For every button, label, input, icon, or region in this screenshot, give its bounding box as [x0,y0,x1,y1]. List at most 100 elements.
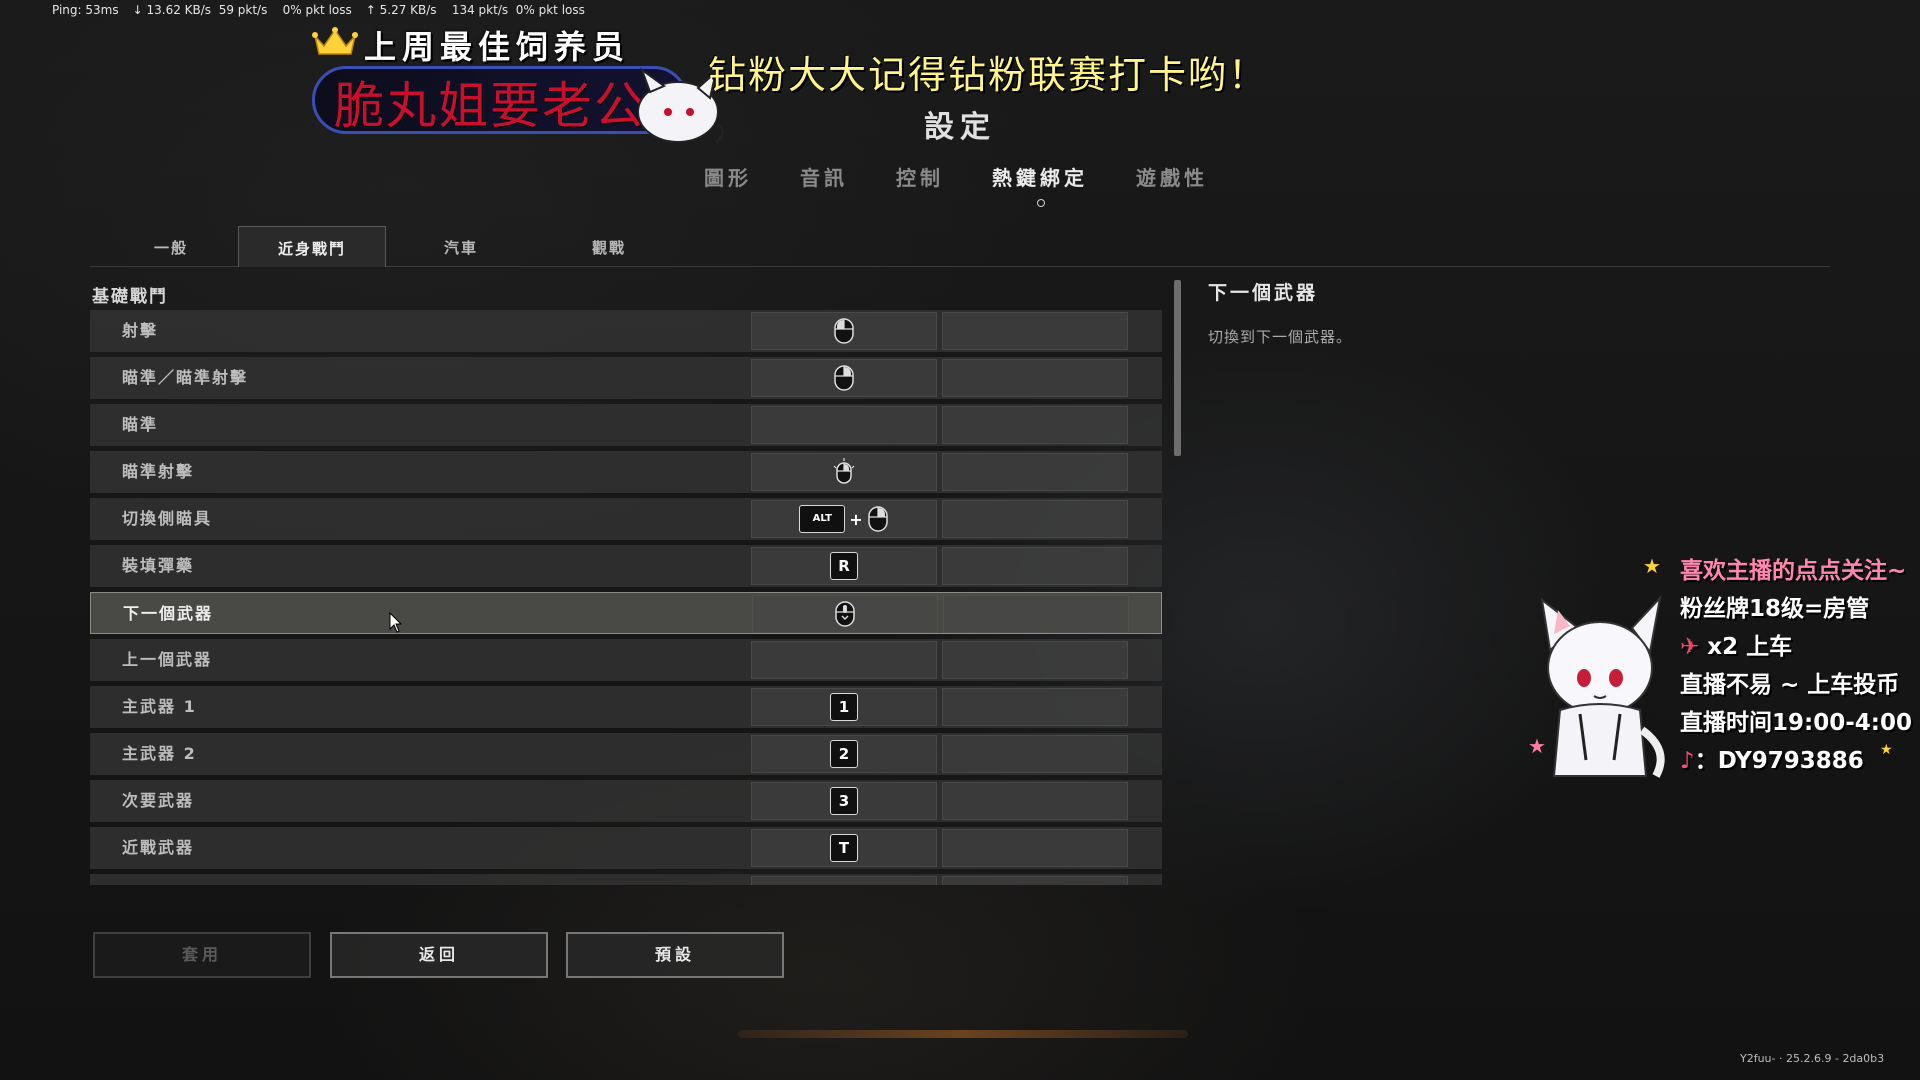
key-3: 3 [830,787,858,815]
binding-label: 次要武器 [122,791,195,810]
subtab-combat[interactable]: 近身戰鬥 [238,226,386,267]
stream-line-douyin-text: ：DY9793886 [1694,748,1864,774]
mouse-wheel-down-icon [835,601,855,627]
description-body: 切換到下一個武器。 [1208,328,1353,346]
star-icon: ★ [1643,554,1661,578]
stream-line-support: 直播不易 ~ 上车投币 [1680,672,1900,698]
binding-row-secondary-weapon[interactable]: 次要武器 3 [90,780,1162,822]
binding-row-prev-weapon[interactable]: 上一個武器 [90,639,1162,681]
main-tabs: 圖形 音訊 控制 熱鍵綁定 遊戲性 [704,162,1256,207]
primary-binding-slot[interactable] [751,641,937,679]
primary-binding-slot[interactable] [751,406,937,444]
primary-binding-slot[interactable]: 1 [751,688,937,726]
binding-label: 瞄準射擊 [122,462,195,481]
version-label: Y2fuu- · 25.2.6.9 - 2da0b3 [1740,1052,1885,1065]
secondary-binding-slot[interactable] [942,359,1128,397]
best-feeder-banner: 上周最佳饲养员 [364,28,631,66]
key-2: 2 [830,740,858,768]
primary-binding-slot[interactable]: ALT + [751,500,937,538]
key-1: 1 [830,693,858,721]
network-stats: Ping: 53ms ↓ 13.62 KB/s 59 pkt/s 0% pkt … [52,3,585,17]
binding-row-reload[interactable]: 裝填彈藥 R [90,545,1162,587]
primary-binding-slot[interactable] [752,595,938,633]
apply-button[interactable]: 套用 [93,932,311,978]
binding-row-toggle-side-sight[interactable]: 切換側瞄具 ALT + [90,498,1162,540]
back-button[interactable]: 返回 [330,932,548,978]
name-plate-text: 脆丸姐要老公 [334,77,646,135]
binding-row-melee[interactable]: 近戰武器 T [90,827,1162,869]
secondary-binding-slot[interactable] [942,688,1128,726]
primary-binding-slot[interactable]: 3 [751,782,937,820]
mouse-cursor-icon [389,612,403,633]
douyin-icon: ♪ [1680,748,1695,774]
tab-gameplay[interactable]: 遊戲性 [1136,162,1208,191]
tab-controls[interactable]: 控制 [896,162,944,191]
binding-row-primary-1[interactable]: 主武器 1 1 [90,686,1162,728]
secondary-binding-slot[interactable] [942,500,1128,538]
page-title: 設定 [924,110,996,145]
binding-row-aim[interactable]: 瞄準 [90,404,1162,446]
subtab-general[interactable]: 一般 [98,226,244,266]
download-stats: ↓ 13.62 KB/s 59 pkt/s 0% pkt loss [132,3,352,17]
ambient-glow-bar [738,1030,1188,1038]
stream-line-plane: ✈ x2 上车 [1680,628,1912,666]
binding-row-primary-2[interactable]: 主武器 2 2 [90,733,1162,775]
binding-row-aim-ads[interactable]: 瞄準／瞄準射擊 [90,357,1162,399]
primary-binding-slot[interactable] [751,359,937,397]
tab-keybindings[interactable]: 熱鍵綁定 [992,162,1088,207]
defaults-button[interactable]: 預設 [566,932,784,978]
key-r: R [830,552,858,580]
mouse-right-icon [867,506,888,532]
binding-label: 射擊 [122,321,159,340]
tab-audio[interactable]: 音訊 [800,162,848,191]
binding-label: 近戰武器 [122,838,195,857]
binding-label: 上一個武器 [122,650,213,669]
primary-binding-slot[interactable]: 2 [751,735,937,773]
mouse-right-icon [834,365,854,391]
game-screen: Ping: 53ms ↓ 13.62 KB/s 59 pkt/s 0% pkt … [0,0,1920,1080]
binding-label: 瞄準／瞄準射擊 [122,368,249,387]
secondary-binding-slot[interactable] [943,595,1129,633]
sub-tabs: 一般 近身戰鬥 汽車 觀戰 [90,226,1830,267]
stream-line-plane-text: x2 上车 [1707,634,1793,660]
secondary-binding-slot[interactable] [942,406,1128,444]
secondary-binding-slot[interactable] [942,735,1128,773]
crown-icon [312,27,358,55]
binding-label: 主武器 1 [122,697,197,716]
keybinding-list: 射擊 瞄準／瞄準射擊 瞄準 瞄準射擊 切換側瞄具 ALT + 裝填彈藥 R 下一… [90,310,1162,885]
primary-binding-slot[interactable] [751,876,937,885]
promo-banner: 钻粉大大记得钻粉联赛打卡哟！ [708,53,1269,97]
primary-binding-slot[interactable]: T [751,829,937,867]
tab-graphics[interactable]: 圖形 [704,162,752,191]
ping-readout: Ping: 53ms [52,3,119,17]
mouse-left-icon [834,318,854,344]
subtab-vehicle[interactable]: 汽車 [388,226,534,266]
upload-stats: ↑ 5.27 KB/s 134 pkt/s 0% pkt loss [365,3,585,17]
primary-binding-slot[interactable] [751,453,937,491]
binding-label: 下一個武器 [123,604,214,623]
active-tab-indicator [1037,199,1045,207]
list-scrollbar[interactable] [1174,280,1181,456]
secondary-binding-slot[interactable] [942,829,1128,867]
secondary-binding-slot[interactable] [942,453,1128,491]
secondary-binding-slot[interactable] [942,876,1128,885]
mouse-right-click-icon [833,458,855,484]
secondary-binding-slot[interactable] [942,782,1128,820]
secondary-binding-slot[interactable] [942,641,1128,679]
primary-binding-slot[interactable]: R [751,547,937,585]
primary-binding-slot[interactable] [751,312,937,350]
binding-row-fire[interactable]: 射擊 [90,310,1162,352]
secondary-binding-slot[interactable] [942,312,1128,350]
stream-line-follow: 喜欢主播的点点关注~ [1680,558,1907,584]
binding-row-ads[interactable]: 瞄準射擊 [90,451,1162,493]
binding-label: 切換側瞄具 [122,509,213,528]
binding-label: 瞄準 [122,415,159,434]
key-combo-plus: + [849,509,863,529]
subtab-spectate[interactable]: 觀戰 [536,226,682,266]
star-icon: ★ [1528,734,1546,758]
tab-keybindings-label: 熱鍵綁定 [992,166,1088,190]
secondary-binding-slot[interactable] [942,547,1128,585]
binding-row-partial[interactable] [90,874,1162,885]
stream-line-schedule: 直播时间19:00-4:00 [1680,710,1912,736]
binding-row-next-weapon[interactable]: 下一個武器 [90,592,1162,634]
